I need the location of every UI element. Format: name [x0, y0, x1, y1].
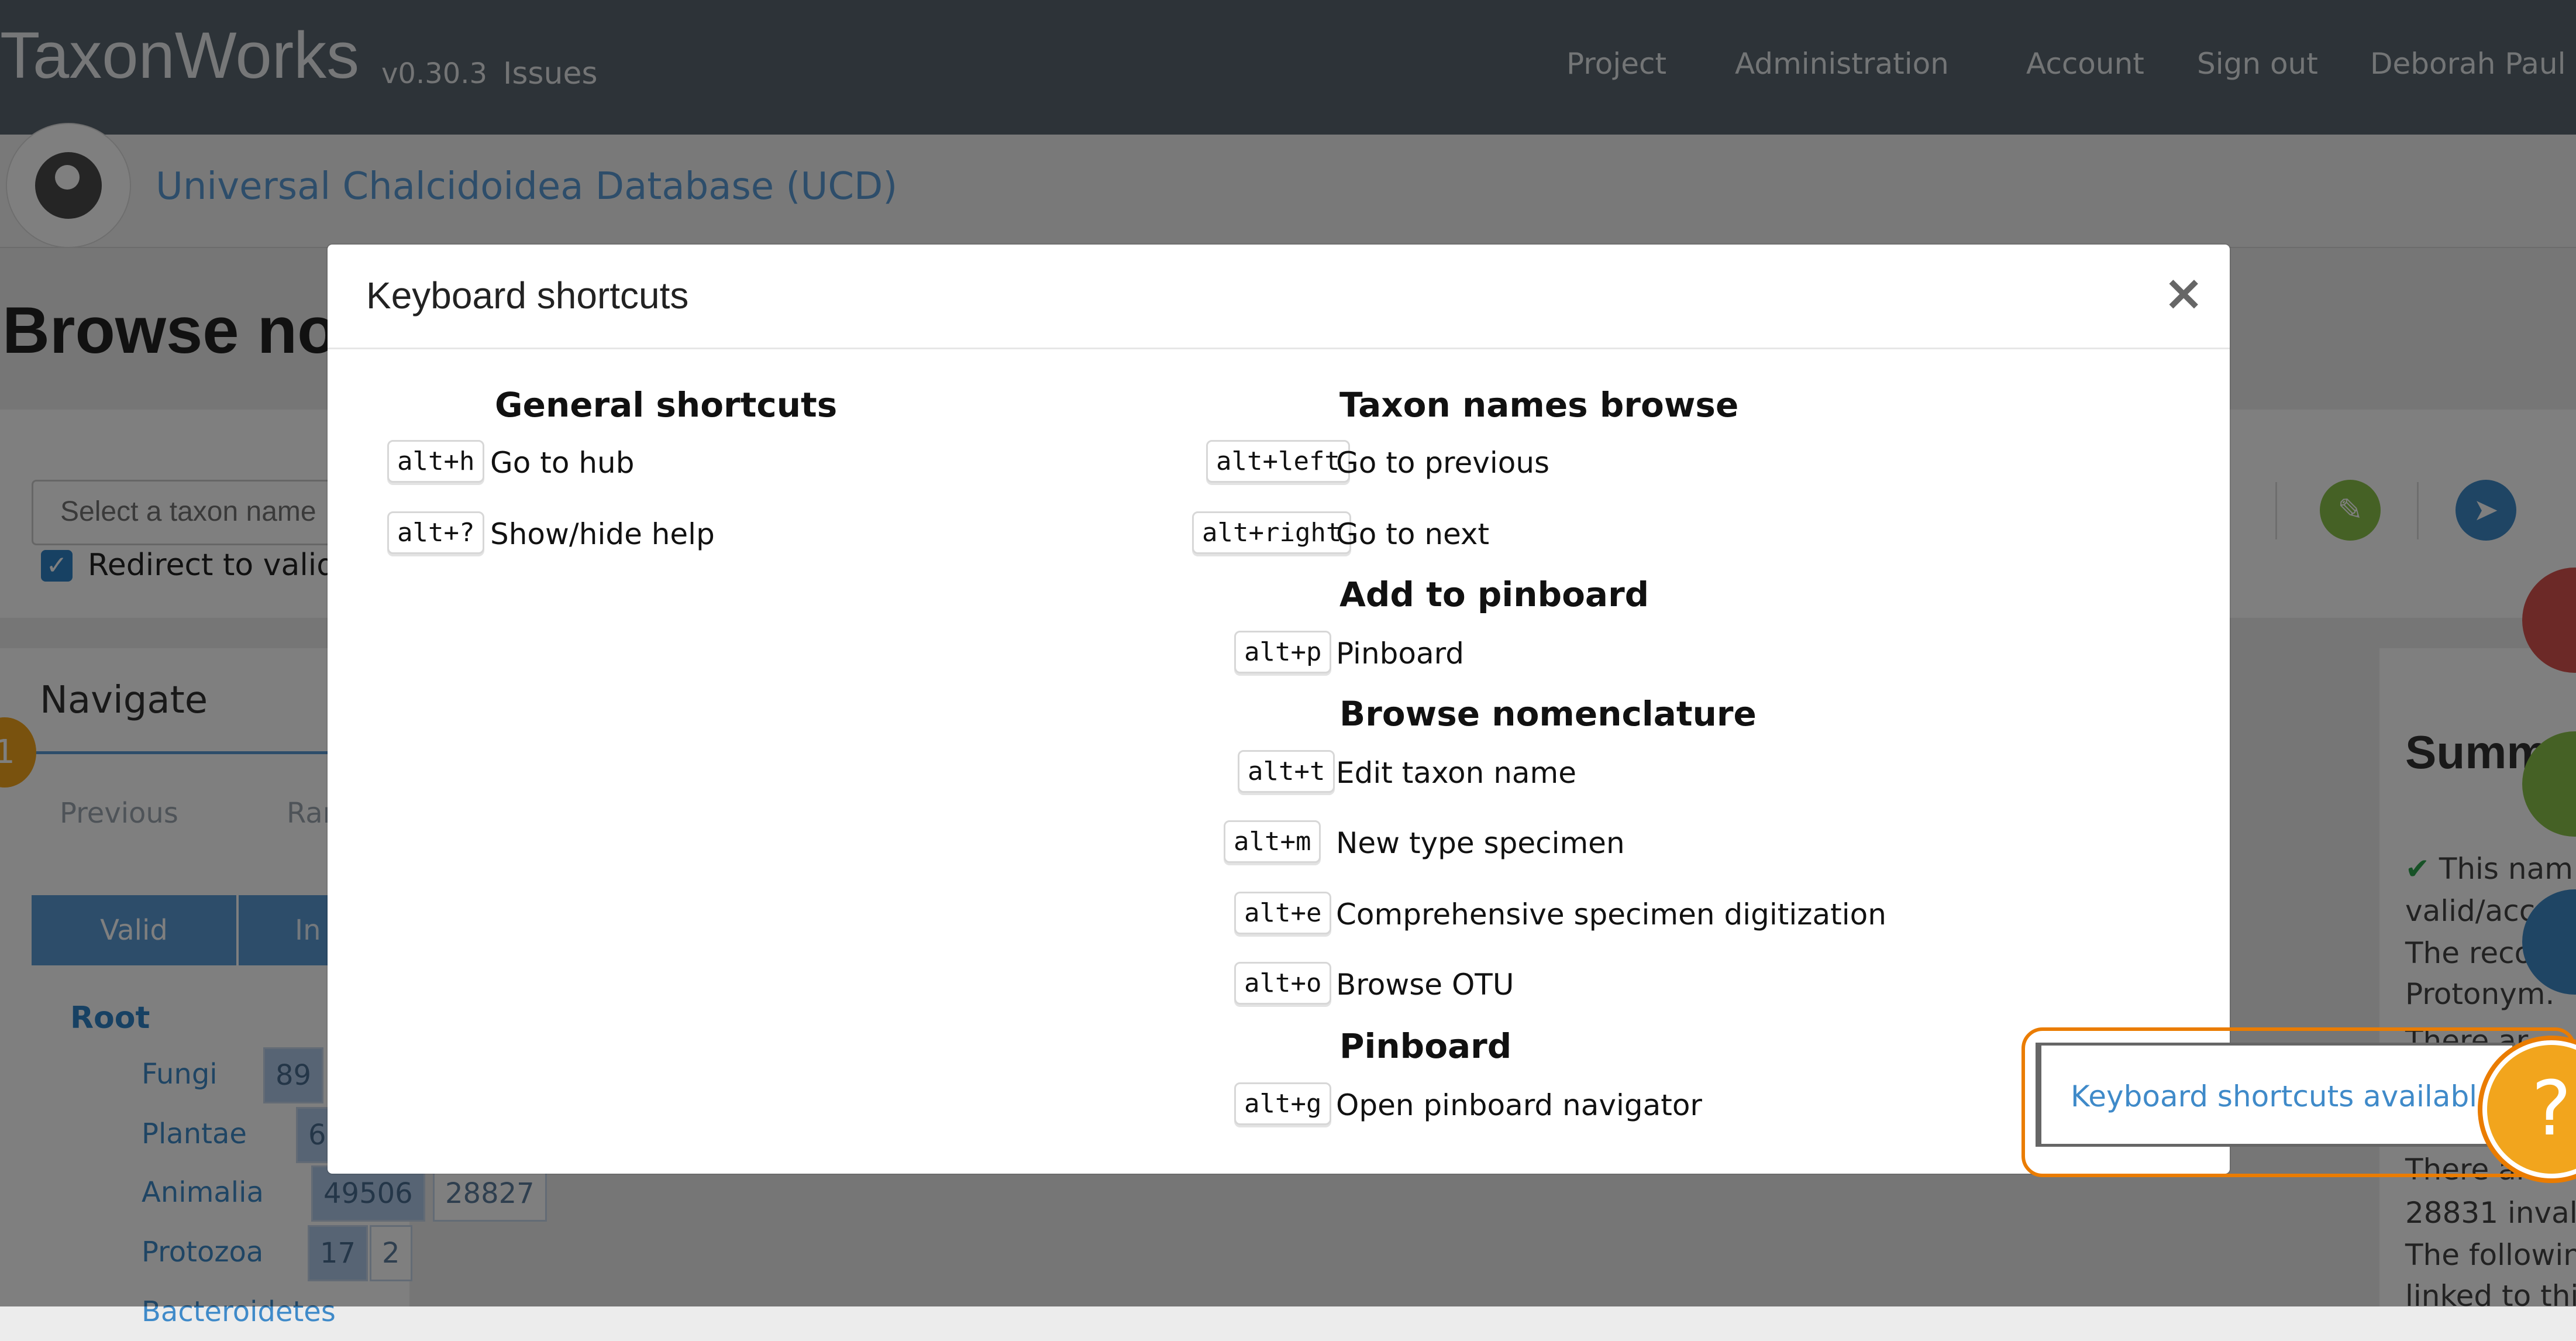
shortcut-label: Go to hub	[490, 446, 635, 480]
shortcut-key: alt+m	[1224, 820, 1321, 863]
modal-divider	[328, 348, 2230, 349]
shortcut-key: alt+g	[1234, 1082, 1332, 1125]
section-taxon-names-browse: Taxon names browse	[1339, 385, 1739, 425]
help-tooltip[interactable]: Keyboard shortcuts available	[2036, 1043, 2515, 1147]
shortcut-label: Browse OTU	[1336, 968, 1514, 1002]
close-icon[interactable]: ×	[2163, 268, 2204, 317]
shortcut-label: Pinboard	[1336, 637, 1465, 670]
shortcut-key: alt+e	[1234, 892, 1332, 934]
section-browse-nomenclature: Browse nomenclature	[1339, 694, 1757, 734]
section-pinboard: Pinboard	[1339, 1026, 1512, 1066]
shortcut-label: Comprehensive specimen digitization	[1336, 898, 1886, 931]
shortcut-key: alt+t	[1238, 750, 1335, 793]
shortcut-label: Go to previous	[1336, 446, 1550, 480]
shortcut-key: alt+left	[1206, 440, 1350, 483]
shortcut-key: alt+o	[1234, 962, 1332, 1005]
modal-title: Keyboard shortcuts	[366, 274, 689, 317]
section-add-to-pinboard: Add to pinboard	[1339, 575, 1649, 614]
keyboard-shortcuts-modal: Keyboard shortcuts × General shortcuts a…	[328, 245, 2230, 1174]
shortcut-label: Go to next	[1336, 517, 1490, 551]
help-tooltip-text[interactable]: Keyboard shortcuts available	[2071, 1079, 2495, 1113]
shortcut-label: Show/hide help	[490, 517, 715, 551]
shortcut-label: New type specimen	[1336, 826, 1625, 860]
shortcut-key: alt+right	[1192, 511, 1352, 554]
shortcut-label: Open pinboard navigator	[1336, 1088, 1702, 1122]
shortcut-key: alt+?	[387, 511, 485, 554]
shortcut-key: alt+p	[1234, 631, 1332, 673]
shortcut-key: alt+h	[387, 440, 485, 483]
shortcut-label: Edit taxon name	[1336, 756, 1576, 790]
section-general-shortcuts: General shortcuts	[495, 385, 838, 425]
